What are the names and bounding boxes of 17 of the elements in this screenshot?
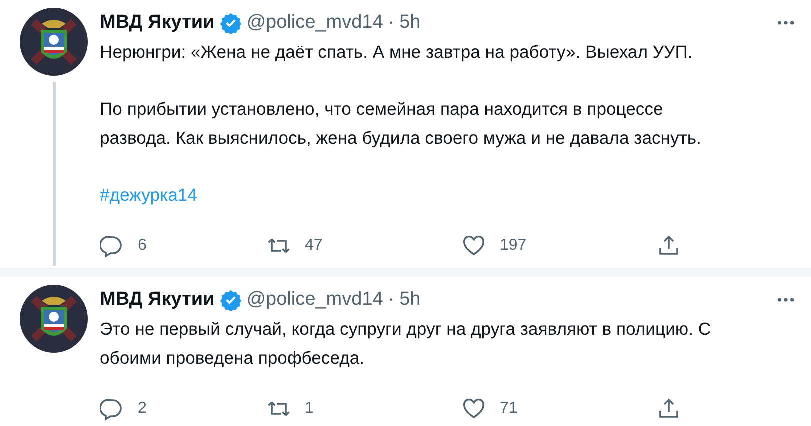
author-name[interactable]: МВД Якутии bbox=[100, 289, 215, 311]
author-name[interactable]: МВД Якутии bbox=[100, 12, 215, 34]
reply-count: 2 bbox=[138, 400, 147, 418]
separator-dot: · bbox=[388, 12, 395, 34]
retweet-count: 47 bbox=[305, 237, 323, 255]
reply-count: 6 bbox=[138, 237, 147, 255]
tweet-time[interactable]: 5h bbox=[400, 12, 421, 34]
like-count: 197 bbox=[500, 237, 527, 255]
retweet-count: 1 bbox=[305, 400, 314, 418]
like-count: 71 bbox=[500, 400, 518, 418]
tweet-text: Нерюнгри: «Жена не даёт спать. А мне завтра на работу». Выехал УУП. bbox=[100, 41, 694, 64]
tweet-text: Это не первый случай, когда супруги друг на друга заявляют в полицию. С обоими проведена профбеседа. bbox=[100, 318, 712, 370]
author-handle[interactable]: @police_mvd14 bbox=[246, 12, 384, 34]
tweet-time[interactable]: 5h bbox=[400, 289, 421, 311]
author-handle[interactable]: @police_mvd14 bbox=[246, 289, 384, 311]
separator-dot: · bbox=[388, 289, 395, 311]
tweet-text: По прибытии установлено, что семейная пара находится в процессе развода. Как выяснилось, жена будила своего мужа и не давала заснуть. bbox=[100, 98, 702, 150]
